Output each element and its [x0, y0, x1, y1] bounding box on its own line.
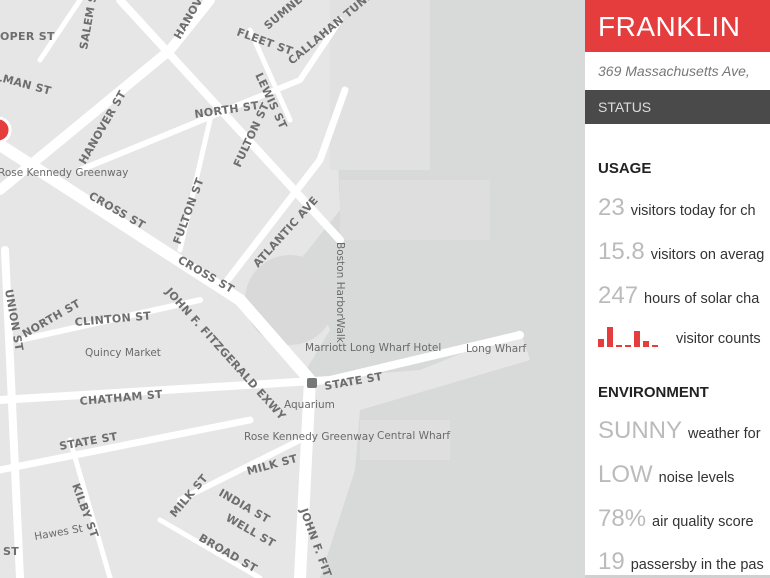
environment-value: 78% [598, 505, 647, 532]
usage-item: visitor counts [598, 325, 761, 347]
sparkline-bar [643, 341, 649, 347]
place-label: Rose Kennedy Greenway [0, 167, 128, 179]
pier-area [330, 0, 430, 170]
environment-heading: ENVIRONMENT [598, 384, 709, 401]
station-address: 369 Massachusetts Ave, [598, 63, 750, 79]
location-marker[interactable] [0, 116, 12, 144]
pier [340, 180, 490, 240]
place-label: Rose Kennedy Greenway [244, 431, 374, 443]
environment-value: SUNNY [598, 417, 683, 444]
street-label: OPER ST [0, 30, 55, 43]
sparkline-bar [598, 339, 604, 347]
place-label: Central Wharf [377, 430, 450, 442]
place-label: Boston HarborWalk [334, 242, 346, 344]
usage-text: visitors on averag [650, 247, 765, 263]
station-panel: FRANKLIN 369 Massachusetts Ave, STATUS U… [585, 0, 770, 578]
street-label: ST [3, 545, 19, 558]
place-label: Marriott Long Wharf Hotel [305, 342, 441, 354]
usage-text: visitors today for ch [630, 203, 756, 219]
usage-value: 23 [598, 194, 625, 221]
environment-text: air quality score [652, 514, 754, 530]
usage-value: 247 [598, 282, 639, 309]
usage-item: 23 visitors today for ch [598, 194, 756, 222]
visitor-sparkline [598, 325, 658, 347]
place-label: Quincy Market [85, 347, 161, 359]
map-canvas[interactable]: OPER ST SALEM ST HANOVER ST SUMNER ST FL… [0, 0, 585, 578]
environment-value: 19 [598, 548, 625, 575]
environment-value: LOW [598, 461, 653, 488]
aquarium-transit-icon [307, 378, 317, 388]
environment-item: 19 passersby in the pas [598, 548, 764, 575]
usage-heading: USAGE [598, 160, 652, 177]
place-label: Aquarium [284, 399, 335, 411]
status-tab[interactable]: STATUS [585, 90, 770, 124]
station-title: FRANKLIN [585, 0, 770, 52]
sparkline-bar [616, 345, 622, 347]
environment-text: noise levels [658, 470, 735, 486]
sparkline-bar [652, 345, 658, 347]
environment-item: LOW noise levels [598, 461, 734, 489]
sparkline-bar [607, 327, 613, 347]
usage-text: hours of solar cha [644, 291, 760, 307]
usage-value: 15.8 [598, 238, 645, 265]
environment-text: passersby in the pas [630, 557, 764, 573]
usage-text: visitor counts [676, 331, 761, 347]
sparkline-bar [625, 345, 631, 347]
sparkline-bar [634, 331, 640, 347]
place-label: Long Wharf [466, 343, 527, 355]
environment-item: SUNNY weather for [598, 417, 761, 445]
map[interactable]: OPER ST SALEM ST HANOVER ST SUMNER ST FL… [0, 0, 585, 578]
environment-text: weather for [688, 426, 761, 442]
usage-item: 15.8 visitors on averag [598, 238, 764, 266]
usage-item: 247 hours of solar cha [598, 282, 759, 310]
environment-item: 78% air quality score [598, 505, 754, 533]
